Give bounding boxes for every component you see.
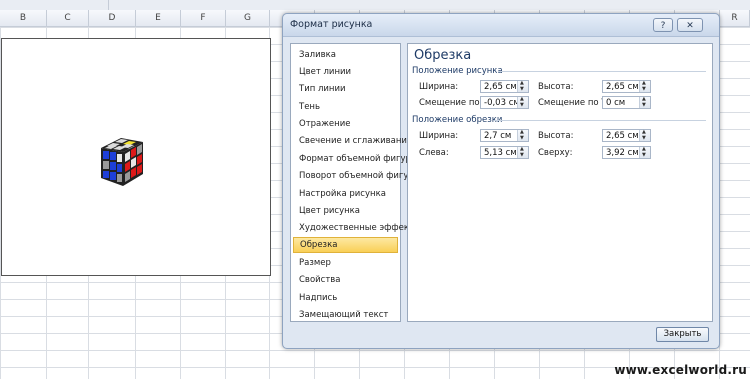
nav-item-properties[interactable]: Свойства [293,272,398,288]
spin-arrows-icon[interactable]: ▲ ▼ [639,97,650,108]
spin-arrows-icon[interactable]: ▲ ▼ [517,81,528,92]
column-header-e[interactable]: E [136,10,181,26]
rubiks-cube-image [101,138,143,186]
picture-height-label: Высота: [538,82,574,92]
picture-position-group-label: Положение рисунка [412,66,503,76]
panel-heading: Обрезка [414,48,472,63]
crop-left-stepper[interactable]: 5,13 см ▲ ▼ [480,146,529,159]
category-list: Заливка Цвет линии Тип линии Тень Отраже… [290,43,421,323]
column-header-g[interactable]: G [226,10,270,26]
picture-width-stepper[interactable]: 2,65 см ▲ ▼ [480,80,529,93]
crop-top-stepper[interactable]: 3,92 см ▲ ▼ [602,146,651,159]
watermark: www.excelworld.ru [614,363,747,377]
format-picture-dialog: Формат рисунка ? ✕ Заливка Цвет линии Ти… [282,13,720,349]
column-header-c[interactable]: C [47,10,89,26]
crop-top-label: Сверху: [538,148,573,158]
group-divider [494,120,706,121]
crop-left-label: Слева: [419,148,449,158]
crop-width-label: Ширина: [419,131,459,141]
nav-item-picture-color[interactable]: Цвет рисунка [293,203,398,219]
column-header-f[interactable]: F [181,10,226,26]
spin-arrows-icon[interactable]: ▲ ▼ [517,97,528,108]
nav-item-shadow[interactable]: Тень [293,99,398,115]
nav-item-3d-rotation[interactable]: Поворот объемной фигуры [293,168,421,184]
column-header-b[interactable]: B [0,10,47,26]
nav-item-alt-text[interactable]: Замещающий текст [293,307,398,323]
nav-item-line-color[interactable]: Цвет линии [293,64,398,80]
column-header-d[interactable]: D [89,10,136,26]
close-icon[interactable]: ✕ [677,18,703,32]
dialog-titlebar[interactable]: Формат рисунка ? ✕ [283,14,719,37]
nav-item-artistic-effects[interactable]: Художественные эффекты [293,220,421,236]
nav-item-fill[interactable]: Заливка [293,47,398,63]
nav-item-size[interactable]: Размер [293,255,398,271]
crop-position-group-label: Положение обрезки [412,115,503,125]
crop-settings-panel: Обрезка Положение рисунка Ширина: 2,65 с… [407,43,713,322]
spin-arrows-icon[interactable]: ▲ ▼ [639,130,650,141]
spin-arrows-icon[interactable]: ▲ ▼ [639,81,650,92]
nav-item-reflection[interactable]: Отражение [293,116,398,132]
spin-arrows-icon[interactable]: ▲ ▼ [517,130,528,141]
crop-width-stepper[interactable]: 2,7 см ▲ ▼ [480,129,529,142]
nav-item-glow[interactable]: Свечение и сглаживание [293,133,412,149]
crop-height-label: Высота: [538,131,574,141]
picture-height-stepper[interactable]: 2,65 см ▲ ▼ [602,80,651,93]
close-button[interactable]: Закрыть [656,327,709,342]
spin-arrows-icon[interactable]: ▲ ▼ [517,147,528,158]
selected-picture[interactable] [1,38,271,276]
help-button[interactable]: ? [653,18,673,32]
group-divider [498,71,706,72]
spin-arrows-icon[interactable]: ▲ ▼ [639,147,650,158]
picture-width-label: Ширина: [419,82,459,92]
nav-item-picture-corrections[interactable]: Настройка рисунка [293,186,398,202]
nav-item-text-box[interactable]: Надпись [293,290,398,306]
dialog-title: Формат рисунка [290,19,373,30]
nav-item-line-style[interactable]: Тип линии [293,81,398,97]
offset-x-stepper[interactable]: -0,03 см ▲ ▼ [480,96,529,109]
nav-item-crop[interactable]: Обрезка [293,237,398,253]
offset-y-stepper[interactable]: 0 см ▲ ▼ [602,96,651,109]
crop-height-stepper[interactable]: 2,65 см ▲ ▼ [602,129,651,142]
offset-y-label: Смещение по Y: [538,98,609,108]
nav-item-3d-format[interactable]: Формат объемной фигуры [293,151,418,167]
column-header-r[interactable]: R [720,10,750,26]
